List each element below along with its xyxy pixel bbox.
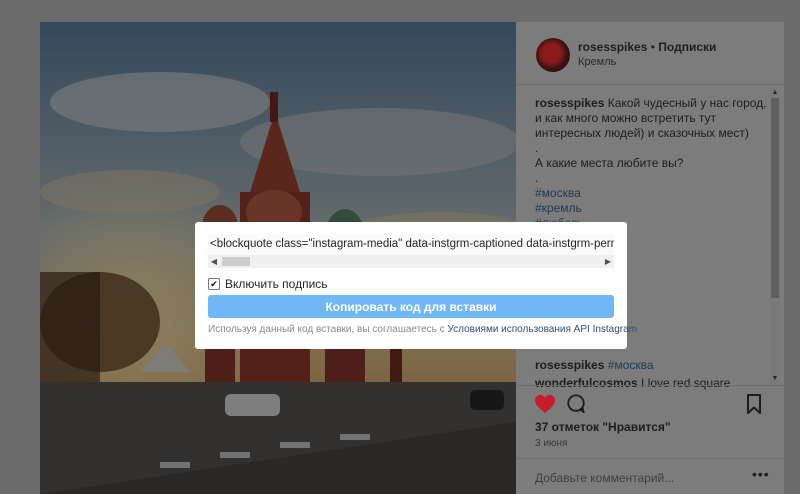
hashtag-link[interactable]: #москва [608, 358, 654, 372]
api-terms-link[interactable]: Условиями использования API Instagram [447, 324, 637, 335]
caption-question: А какие места любите вы? [535, 156, 684, 170]
scroll-up-icon[interactable]: ▲ [771, 89, 779, 97]
embed-dialog: <blockquote class="instagram-media" data… [195, 222, 640, 349]
comment-text: I love red square [641, 376, 731, 390]
copy-embed-code-button[interactable]: Копировать код для вставки [208, 295, 614, 318]
list-item: wonderfulcosmos I love red square [535, 374, 767, 392]
include-caption-label[interactable]: Включить подпись [225, 277, 328, 291]
hashtag-link[interactable]: #кремль [535, 201, 767, 216]
post-actions [534, 394, 774, 414]
caption-dot: . [535, 141, 539, 155]
scroll-right-icon[interactable]: ▶ [602, 255, 614, 268]
bookmark-icon[interactable] [746, 394, 762, 414]
scrollbar-thumb[interactable] [771, 98, 779, 298]
caption-dot: . [535, 171, 539, 185]
header-divider [516, 84, 784, 85]
post-date: 3 июня [535, 438, 568, 449]
comment-icon[interactable] [566, 394, 586, 414]
more-options-icon[interactable]: ••• [752, 466, 770, 482]
legal-text: Используя данный код вставки, вы соглаша… [208, 324, 445, 335]
legal-notice: Используя данный код вставки, вы соглаша… [208, 324, 640, 335]
comment-list: rosesspikes #москва wonderfulcosmos I lo… [535, 356, 767, 392]
username-link[interactable]: rosesspikes [578, 40, 647, 54]
separator: • [650, 40, 655, 54]
caption: rosesspikes Какой чудесный у нас город, … [535, 96, 767, 231]
follow-button[interactable]: Подписки [658, 40, 716, 54]
legal-suffix: . [637, 324, 640, 335]
comment-username[interactable]: rosesspikes [535, 358, 604, 372]
embed-code-text[interactable]: <blockquote class="instagram-media" data… [210, 238, 614, 250]
user-line: rosesspikes • Подписки [578, 40, 716, 54]
scroll-left-icon[interactable]: ◀ [208, 255, 220, 268]
comment-divider [516, 458, 784, 459]
post-header: rosesspikes • Подписки Кремль [536, 38, 776, 74]
list-item: rosesspikes #москва [535, 356, 767, 374]
add-comment-input[interactable]: Добавьте комментарий... [535, 471, 674, 485]
embed-code-field[interactable]: <blockquote class="instagram-media" data… [208, 234, 614, 268]
caption-username[interactable]: rosesspikes [535, 96, 604, 110]
location-link[interactable]: Кремль [578, 56, 616, 68]
heart-icon[interactable] [534, 394, 556, 414]
comments-scrollbar[interactable]: ▲ ▼ [770, 88, 780, 384]
hashtag-link[interactable]: #москва [535, 186, 767, 201]
code-scrollbar[interactable]: ◀ ▶ [208, 255, 614, 268]
scroll-down-icon[interactable]: ▼ [771, 375, 779, 383]
comment-username[interactable]: wonderfulcosmos [535, 376, 638, 390]
include-caption-option[interactable]: ✔ Включить подпись [208, 276, 328, 292]
likes-count[interactable]: 37 отметок "Нравится" [535, 420, 671, 434]
include-caption-checkbox[interactable]: ✔ [208, 278, 220, 290]
actions-divider [516, 385, 784, 386]
avatar[interactable] [536, 38, 570, 72]
scrollbar-thumb[interactable] [222, 257, 250, 266]
